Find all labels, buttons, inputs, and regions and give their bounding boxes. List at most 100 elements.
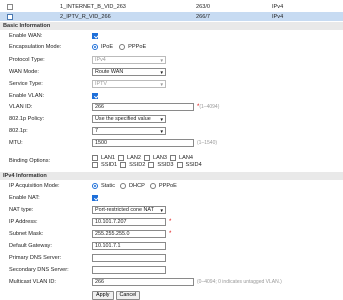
action-buttons: Apply Cancel xyxy=(0,290,343,300)
ip-label: IP Address: xyxy=(9,219,38,225)
lan3-checkbox[interactable] xyxy=(144,154,150,161)
ip-acquisition-row: IP Acquisition Mode: Static DHCP PPPoE xyxy=(0,181,343,191)
nat-type-row: NAT type: Port-restricted cone NAT ▼ xyxy=(0,205,343,215)
wan-mode-label: WAN Mode: xyxy=(9,69,39,75)
primary-dns-row: Primary DNS Server: xyxy=(0,253,343,263)
enable-nat-label: Enable NAT: xyxy=(9,195,40,201)
acq-static-radio[interactable] xyxy=(92,183,98,189)
ssid3-label: SSID3 xyxy=(157,161,174,168)
mtu-input[interactable]: 1500 xyxy=(92,139,194,147)
encap-pppoe-radio[interactable] xyxy=(119,44,126,50)
wan-name: 1_INTERNET_B_VID_263 xyxy=(60,3,126,10)
lan4-checkbox[interactable] xyxy=(170,154,176,161)
8021p-value: 7 xyxy=(95,128,98,134)
gateway-input[interactable]: 10.101.7.1 xyxy=(92,242,166,250)
ssid2-checkbox[interactable] xyxy=(120,161,127,168)
protocol-label: Protocol Type: xyxy=(9,57,45,63)
wan-list-row-selected[interactable]: 2_IPTV_R_VID_266 266/7 IPv4 xyxy=(0,12,343,21)
lan1-checkbox[interactable] xyxy=(92,154,98,161)
protocol-select[interactable]: IPv4 ▼ xyxy=(92,56,166,64)
enable-wan-label: Enable WAN: xyxy=(9,33,43,39)
wan-vlan: 263/0 xyxy=(196,3,210,10)
wan-name: 2_IPTV_R_VID_266 xyxy=(60,13,111,20)
acq-pppoe-label: PPPoE xyxy=(158,183,177,189)
subnet-mask-input[interactable]: 255.255.255.0 xyxy=(92,230,166,238)
protocol-row: Protocol Type: IPv4 ▼ xyxy=(0,55,343,65)
wan-mode-row: WAN Mode: Route WAN ▼ xyxy=(0,67,343,77)
chevron-down-icon: ▼ xyxy=(159,58,164,63)
section-basic-information: Basic Information xyxy=(0,22,343,30)
service-type-row: Service Type: IPTV ▼ xyxy=(0,79,343,89)
acq-dhcp-radio[interactable] xyxy=(120,183,126,189)
apply-button[interactable]: Apply xyxy=(92,290,114,300)
chevron-down-icon: ▼ xyxy=(159,70,164,75)
vlan-id-label: VLAN ID: xyxy=(9,104,33,110)
wan-ip-protocol: IPv4 xyxy=(272,3,284,10)
encap-pppoe-label: PPPoE xyxy=(128,44,147,50)
ip-address-input[interactable]: 10.101.7.207 xyxy=(92,218,166,226)
mcast-label: Multicast VLAN ID: xyxy=(9,279,56,285)
encap-label: Encapsulation Mode: xyxy=(9,44,62,50)
lan2-label: LAN2 xyxy=(127,154,141,161)
policy-value: Use the specified value xyxy=(95,116,151,122)
vlan-id-input[interactable]: 266 xyxy=(92,103,194,111)
multicast-vlan-row: Multicast VLAN ID: 266 (0–4094; 0 indica… xyxy=(0,277,343,287)
chevron-down-icon: ▼ xyxy=(159,208,164,213)
cancel-button[interactable]: Cancel xyxy=(115,290,141,300)
primary-dns-input[interactable] xyxy=(92,254,166,262)
nat-type-label: NAT type: xyxy=(9,207,34,213)
mtu-hint: (1–1540) xyxy=(197,140,218,146)
multicast-vlan-input[interactable]: 266 xyxy=(92,278,194,286)
binding-options-row: Binding Options: LAN1 LAN2 LAN3 LAN4 SSI… xyxy=(0,150,343,172)
enable-nat-checkbox[interactable] xyxy=(92,195,98,201)
service-label: Service Type: xyxy=(9,81,43,87)
secondary-dns-row: Secondary DNS Server: xyxy=(0,265,343,275)
enable-vlan-checkbox[interactable] xyxy=(92,93,98,99)
enable-wan-checkbox[interactable] xyxy=(92,33,98,39)
gateway-row: Default Gateway: 10.101.7.1 xyxy=(0,241,343,251)
enable-nat-row: Enable NAT: xyxy=(0,193,343,203)
row-checkbox[interactable] xyxy=(7,3,13,10)
ssid-options: SSID1 SSID2 SSID3 SSID4 xyxy=(92,161,202,168)
ssid4-checkbox[interactable] xyxy=(176,161,183,168)
acq-static-label: Static xyxy=(101,183,115,189)
ssid3-checkbox[interactable] xyxy=(148,161,155,168)
lan1-label: LAN1 xyxy=(101,154,115,161)
mask-label: Subnet Mask: xyxy=(9,231,44,237)
acq-pppoe-radio[interactable] xyxy=(149,183,156,189)
acq-label: IP Acquisition Mode: xyxy=(9,183,60,189)
8021p-select[interactable]: 7 ▼ xyxy=(92,127,166,135)
lan-options: LAN1 LAN2 LAN3 LAN4 xyxy=(92,154,193,161)
ssid1-checkbox[interactable] xyxy=(92,161,98,168)
enable-wan-row: Enable WAN: xyxy=(0,31,343,41)
required-mark: * xyxy=(169,219,172,225)
lan2-checkbox[interactable] xyxy=(118,154,124,161)
service-select[interactable]: IPTV ▼ xyxy=(92,80,166,88)
wan-list-row[interactable]: 1_INTERNET_B_VID_263 263/0 IPv4 xyxy=(0,2,343,11)
subnet-mask-row: Subnet Mask: 255.255.255.0 * xyxy=(0,229,343,239)
wan-mode-value: Route WAN xyxy=(95,69,124,75)
nat-type-value: Port-restricted cone NAT xyxy=(95,207,154,213)
lan3-label: LAN3 xyxy=(153,154,167,161)
secondary-dns-input[interactable] xyxy=(92,266,166,274)
ssid1-label: SSID1 xyxy=(101,161,118,168)
policy-row: 802.1p Policy: Use the specified value ▼ xyxy=(0,114,343,124)
policy-select[interactable]: Use the specified value ▼ xyxy=(92,115,166,123)
required-mark: * xyxy=(169,231,172,237)
row-checkbox[interactable] xyxy=(7,13,13,20)
wan-mode-select[interactable]: Route WAN ▼ xyxy=(92,68,166,76)
encap-ipoe-label: IPoE xyxy=(101,44,114,50)
mcast-hint: (0–4094; 0 indicates untagged VLAN.) xyxy=(197,279,282,285)
wan-list-table: 1_INTERNET_B_VID_263 263/0 IPv4 2_IPTV_R… xyxy=(0,0,343,22)
acq-dhcp-label: DHCP xyxy=(129,183,145,189)
nat-type-select[interactable]: Port-restricted cone NAT ▼ xyxy=(92,206,166,214)
mtu-row: MTU: 1500 (1–1540) xyxy=(0,138,343,148)
encap-ipoe-radio[interactable] xyxy=(92,44,98,50)
chevron-down-icon: ▼ xyxy=(159,129,164,134)
lan4-label: LAN4 xyxy=(179,154,193,161)
ssid4-label: SSID4 xyxy=(185,161,202,168)
enable-vlan-row: Enable VLAN: xyxy=(0,91,343,101)
dns1-label: Primary DNS Server: xyxy=(9,255,62,261)
chevron-down-icon: ▼ xyxy=(159,82,164,87)
wan-vlan: 266/7 xyxy=(196,13,210,20)
